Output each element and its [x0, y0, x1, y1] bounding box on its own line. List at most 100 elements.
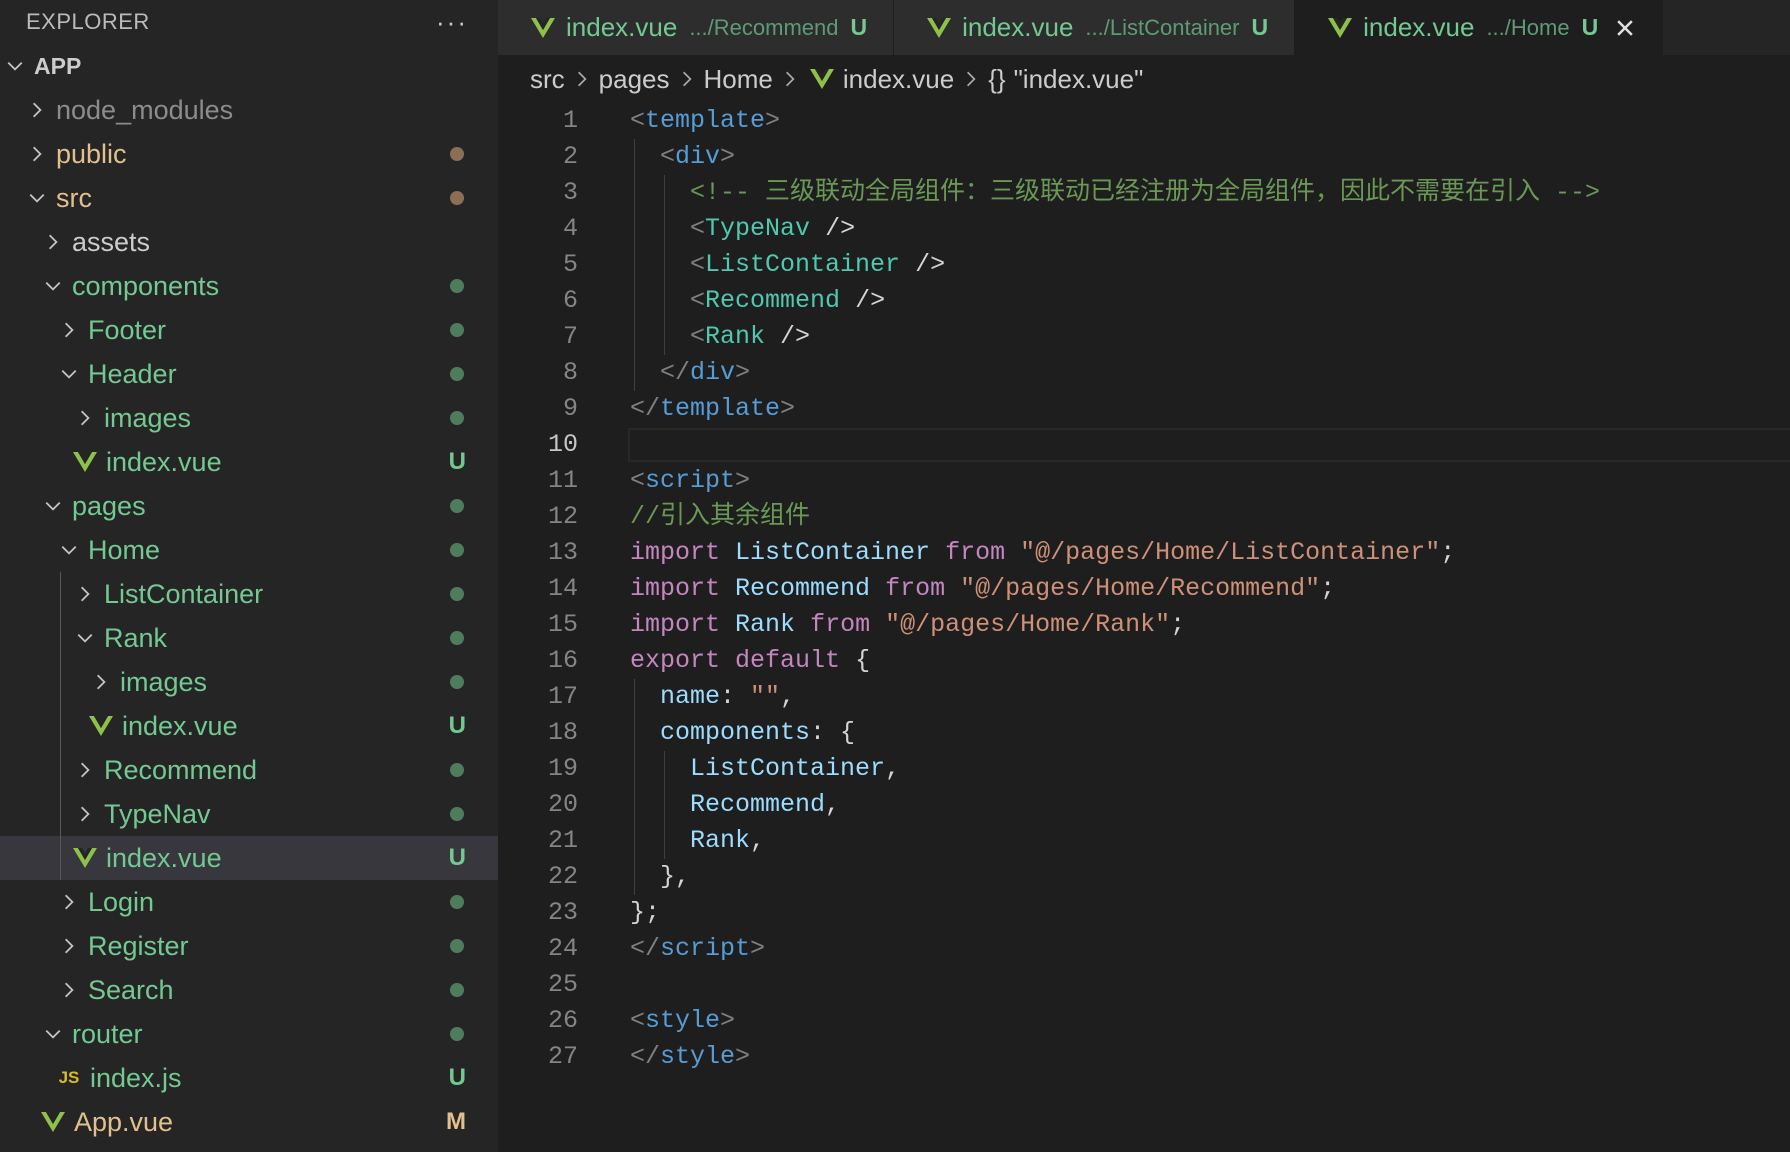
chevron-down-icon[interactable] [54, 365, 84, 383]
code-line[interactable]: 25 [498, 967, 1790, 1003]
chevron-down-icon[interactable] [22, 189, 52, 207]
code-token: > [735, 1042, 751, 1071]
tree-folder-login[interactable]: Login [0, 880, 498, 924]
chevron-right-icon[interactable] [54, 893, 84, 911]
chevron-down-icon[interactable] [54, 541, 84, 559]
tab-listcontainer[interactable]: index.vue .../ListContainer U [894, 0, 1296, 55]
breadcrumb-item[interactable]: src [530, 64, 565, 95]
tree-folder-register[interactable]: Register [0, 924, 498, 968]
code-line[interactable]: 3 <!-- 三级联动全局组件：三级联动已经注册为全局组件，因此不需要在引入 -… [498, 175, 1790, 211]
chevron-right-icon[interactable] [86, 673, 116, 691]
tree-item-label: router [72, 1018, 143, 1049]
code-editor[interactable]: 1 <template> 2 <div> 3 <!-- 三级联动全局组件：三级联动已经… [498, 103, 1790, 1075]
chevron-right-icon[interactable] [22, 145, 52, 163]
code-line[interactable]: 15 import Rank from "@/pages/Home/Rank"; [498, 607, 1790, 643]
chevron-down-icon[interactable] [38, 497, 68, 515]
tree-folder-router[interactable]: router [0, 1012, 498, 1056]
breadcrumb-symbol[interactable]: {} "index.vue" [988, 64, 1143, 95]
chevron-right-icon[interactable] [70, 409, 100, 427]
code-text: <ListContainer /> [630, 247, 945, 283]
code-line[interactable]: 20 Recommend, [498, 787, 1790, 823]
chevron-right-icon[interactable] [54, 321, 84, 339]
code-line[interactable]: 18 components: { [498, 715, 1790, 751]
tree-file-index-js[interactable]: JS index.js U [0, 1056, 498, 1100]
code-text: </script> [630, 931, 765, 967]
breadcrumb-item[interactable]: index.vue [807, 64, 954, 95]
code-line[interactable]: 24 </script> [498, 931, 1790, 967]
line-number: 27 [547, 1042, 578, 1071]
code-line[interactable]: 6 <Recommend /> [498, 283, 1790, 319]
tree-folder-images[interactable]: images [0, 396, 498, 440]
code-line[interactable]: 14 import Recommend from "@/pages/Home/Re… [498, 571, 1790, 607]
code-line[interactable]: 22 }, [498, 859, 1790, 895]
tree-folder-rank[interactable]: Rank [0, 616, 498, 660]
tab-recommend[interactable]: index.vue .../Recommend U [498, 0, 895, 55]
tree-folder-typenav[interactable]: TypeNav [0, 792, 498, 836]
code-line[interactable]: 13 import ListContainer from "@/pages/Hom… [498, 535, 1790, 571]
tree-folder-node-modules[interactable]: node_modules [0, 88, 498, 132]
breadcrumb-item[interactable]: pages [599, 64, 670, 95]
code-line[interactable]: 21 Rank, [498, 823, 1790, 859]
chevron-right-icon[interactable] [70, 761, 100, 779]
tree-folder-search[interactable]: Search [0, 968, 498, 1012]
tree-file-index-vue[interactable]: index.vue U [0, 836, 498, 880]
code-line[interactable]: 19 ListContainer, [498, 751, 1790, 787]
code-line[interactable]: 2 <div> [498, 139, 1790, 175]
chevron-right-icon[interactable] [70, 585, 100, 603]
chevron-down-icon[interactable] [70, 629, 100, 647]
code-token: script [645, 466, 736, 495]
more-actions-icon[interactable]: ··· [436, 9, 468, 35]
code-line[interactable]: 26 <style> [498, 1003, 1790, 1039]
tree-item-label: public [56, 138, 127, 169]
code-line[interactable]: 1 <template> [498, 103, 1790, 139]
code-line[interactable]: 27 </style> [498, 1039, 1790, 1075]
chevron-right-icon[interactable] [22, 101, 52, 119]
code-line[interactable]: 5 <ListContainer /> [498, 247, 1790, 283]
tree-folder-public[interactable]: public [0, 132, 498, 176]
code-line[interactable]: 11 <script> [498, 463, 1790, 499]
code-line[interactable]: 17 name: "", [498, 679, 1790, 715]
close-icon[interactable] [1614, 17, 1636, 39]
tree-folder-listcontainer[interactable]: ListContainer [0, 572, 498, 616]
code-line[interactable]: 4 <TypeNav /> [498, 211, 1790, 247]
chevron-down-icon[interactable] [38, 277, 68, 295]
tree-folder-recommend[interactable]: Recommend [0, 748, 498, 792]
git-status-dot [450, 499, 464, 513]
chevron-down-icon[interactable] [38, 1025, 68, 1043]
line-number: 8 [562, 358, 578, 387]
code-text: </template> [630, 391, 795, 427]
git-status-badge: U [448, 448, 466, 475]
tree-folder-assets[interactable]: assets [0, 220, 498, 264]
chevron-right-icon[interactable] [70, 805, 100, 823]
tree-folder-images[interactable]: images [0, 660, 498, 704]
code-text: <div> [630, 139, 735, 175]
tree-file-index-vue[interactable]: index.vue U [0, 704, 498, 748]
breadcrumb-item[interactable]: Home [704, 64, 773, 95]
code-token: > [720, 1006, 736, 1035]
tree-file-app-vue[interactable]: App.vue M [0, 1100, 498, 1144]
chevron-down-icon[interactable] [0, 57, 30, 75]
tree-folder-footer[interactable]: Footer [0, 308, 498, 352]
chevron-right-icon[interactable] [38, 233, 68, 251]
breadcrumb-symbol-label: "index.vue" [1013, 63, 1144, 94]
code-line[interactable]: 12 //引入其余组件 [498, 499, 1790, 535]
tab-home[interactable]: index.vue .../Home U [1295, 0, 1664, 55]
tree-folder-home[interactable]: Home [0, 528, 498, 572]
tree-folder-components[interactable]: components [0, 264, 498, 308]
tree-folder-app[interactable]: APP [0, 44, 498, 88]
tree-folder-pages[interactable]: pages [0, 484, 498, 528]
code-line[interactable]: 16 export default { [498, 643, 1790, 679]
git-status-dot [450, 631, 464, 645]
tree-file-index-vue[interactable]: index.vue U [0, 440, 498, 484]
code-line[interactable]: 7 <Rank /> [498, 319, 1790, 355]
code-line[interactable]: 23}; [498, 895, 1790, 931]
tree-folder-header[interactable]: Header [0, 352, 498, 396]
tree-folder-src[interactable]: src [0, 176, 498, 220]
code-token: < [690, 214, 706, 243]
code-text: <template> [630, 103, 780, 139]
code-line[interactable]: 9 </template> [498, 391, 1790, 427]
code-line[interactable]: 8 </div> [498, 355, 1790, 391]
code-line[interactable]: 10 [498, 427, 1790, 463]
chevron-right-icon[interactable] [54, 981, 84, 999]
chevron-right-icon[interactable] [54, 937, 84, 955]
